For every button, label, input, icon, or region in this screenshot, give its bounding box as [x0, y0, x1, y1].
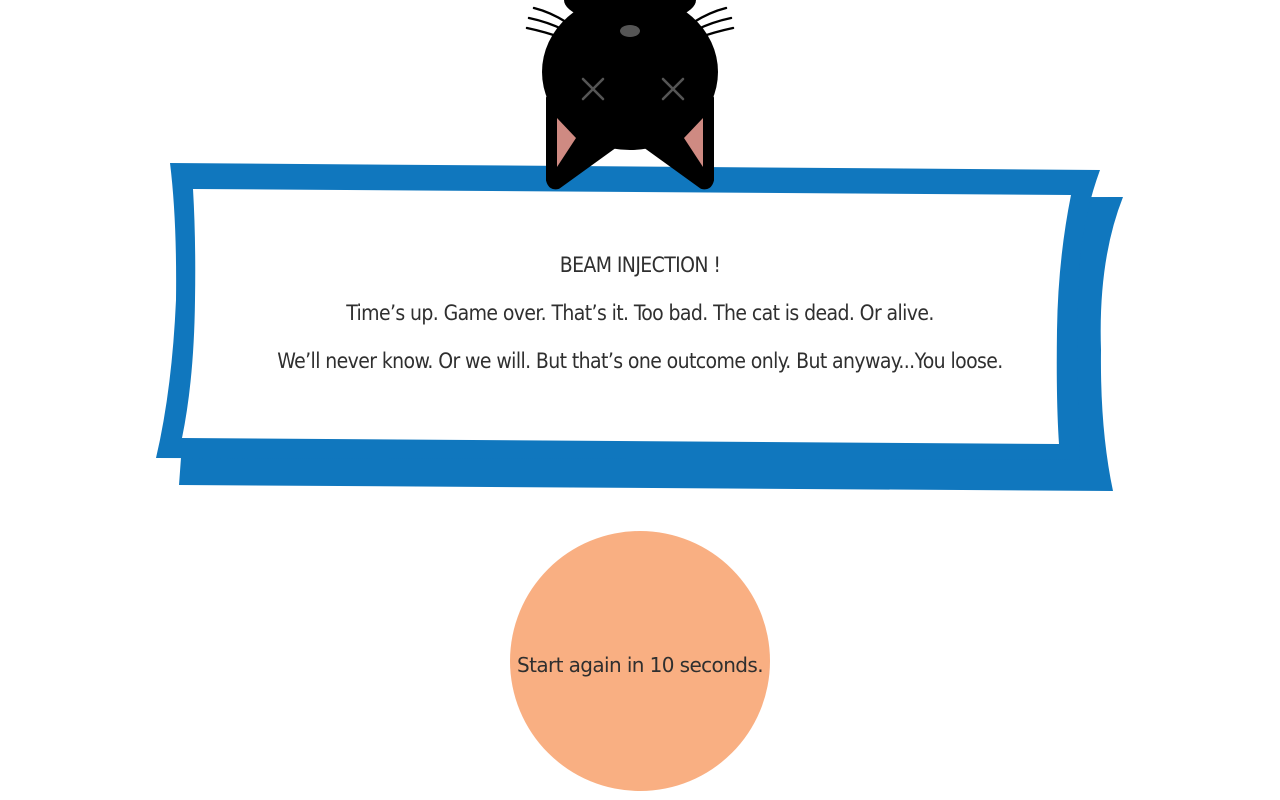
- restart-label: Start again in 10 seconds.: [517, 653, 764, 677]
- cat-nose-icon: [620, 25, 640, 37]
- message-line-1: Time’s up. Game over. That’s it. Too bad…: [346, 301, 934, 325]
- message-text: BEAM INJECTION ! Time’s up. Game over. T…: [200, 246, 1080, 390]
- restart-button[interactable]: Start again in 10 seconds.: [510, 531, 770, 791]
- cat-face-icon: [525, 0, 735, 190]
- message-line-2: We’ll never know. Or we will. But that’s…: [277, 349, 1003, 373]
- message-title: BEAM INJECTION !: [559, 253, 721, 277]
- game-over-screen: BEAM INJECTION ! Time’s up. Game over. T…: [0, 0, 1280, 800]
